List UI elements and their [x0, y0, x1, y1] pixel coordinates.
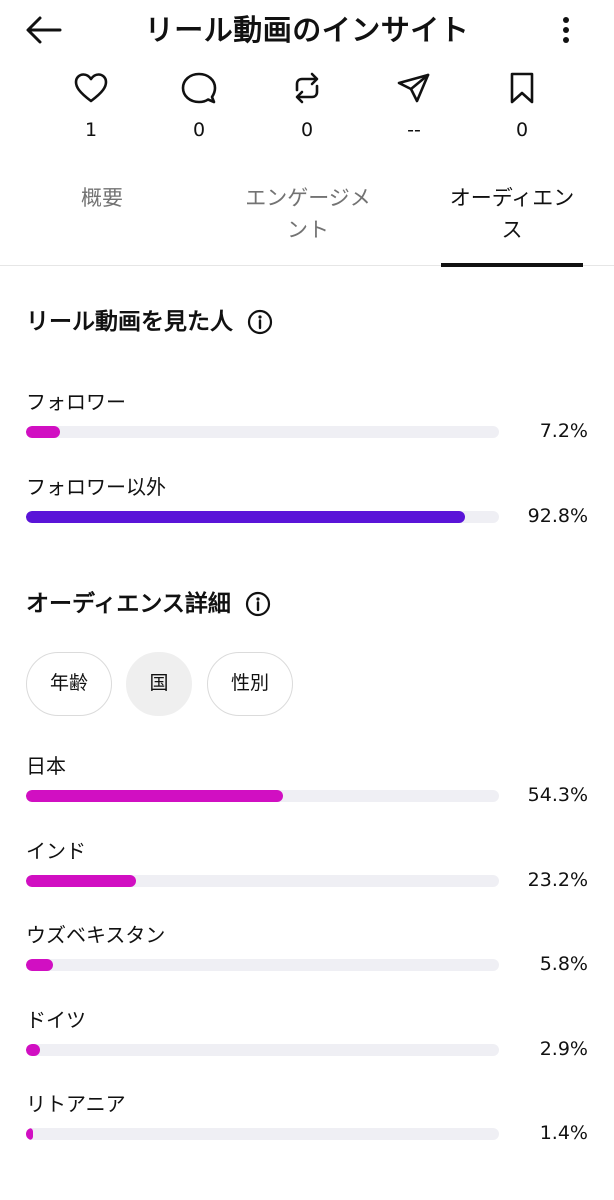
metric-label: リトアニア [26, 1092, 126, 1116]
progress-fill [26, 959, 54, 971]
tab-audience[interactable]: オーディエン ス [441, 170, 583, 267]
metric-row: ウズベキスタン 5.8% [26, 921, 596, 991]
repost-icon [295, 72, 319, 104]
progress-track [26, 426, 499, 438]
audience-title-text: オーディエンス詳細 [26, 591, 231, 617]
insights-tabs: 概要 エンゲージメ ント オーディエン ス [0, 170, 614, 267]
progress-track [26, 511, 499, 523]
tab-audience-label: オーディエン ス [449, 186, 575, 242]
comments-stat: 0 [159, 68, 239, 148]
likes-stat: 1 [51, 68, 131, 148]
likes-count: 1 [84, 119, 98, 141]
progress-fill [26, 790, 283, 802]
engagement-stats: 1 0 0 -- 0 [0, 68, 614, 148]
progress-track [26, 959, 499, 971]
page-title: リール動画のインサイト [144, 13, 470, 47]
filter-chip-gender-label: 性別 [230, 672, 269, 694]
metric-label: 日本 [26, 754, 66, 778]
progress-track [26, 790, 499, 802]
metric-percentage: 23.2% [527, 868, 588, 891]
filter-chip-gender[interactable]: 性別 [207, 652, 293, 716]
reposts-count: 0 [300, 119, 314, 141]
metric-percentage: 92.8% [527, 505, 588, 527]
progress-track [26, 1128, 499, 1140]
filter-chip-age[interactable]: 年齢 [26, 652, 112, 716]
saves-stat: 0 [482, 68, 562, 148]
shares-count: -- [407, 119, 421, 141]
send-icon [397, 73, 430, 103]
metric-row: リトアニア 1.4% [26, 1090, 596, 1160]
comments-count: 0 [192, 119, 206, 141]
more-vertical-icon [563, 17, 569, 43]
audience-filter-chips: 年齢 国 性別 [26, 652, 586, 718]
viewers-title-text: リール動画を見た人 [26, 309, 233, 335]
more-options-button[interactable] [548, 10, 584, 50]
audience-section-title: オーディエンス詳細 [26, 588, 271, 620]
progress-fill [26, 1128, 33, 1140]
tab-engagement[interactable]: エンゲージメ ント [224, 170, 392, 266]
progress-track [26, 1043, 499, 1056]
active-tab-indicator [441, 263, 583, 267]
metric-label: フォロワー [26, 390, 126, 414]
bookmark-icon [510, 72, 534, 104]
metric-row: 日本 54.3% [26, 752, 596, 822]
metric-row: フォロワー以外 92.8% [26, 473, 596, 543]
tab-overview[interactable]: 概要 [40, 170, 164, 266]
shares-stat: -- [374, 68, 454, 148]
metric-percentage: 2.9% [539, 1037, 588, 1060]
metric-label: ドイツ [26, 1007, 86, 1032]
tab-engagement-label: エンゲージメ ント [245, 186, 371, 242]
tab-overview-label: 概要 [81, 186, 123, 210]
filter-chip-country-label: 国 [149, 672, 169, 694]
metric-row: ドイツ 2.9% [26, 1006, 596, 1076]
metric-percentage: 5.8% [539, 953, 588, 975]
metric-row: インド 23.2% [26, 837, 596, 907]
info-icon[interactable] [245, 591, 271, 617]
top-bar: リール動画のインサイト [0, 0, 614, 62]
info-icon[interactable] [247, 309, 273, 335]
filter-chip-age-label: 年齢 [49, 672, 88, 694]
metric-label: インド [26, 838, 86, 863]
saves-count: 0 [515, 119, 529, 141]
metric-label: フォロワー以外 [26, 475, 166, 499]
metric-label: ウズベキスタン [26, 923, 166, 947]
progress-fill [26, 874, 136, 887]
progress-track [26, 874, 499, 887]
viewers-section-title: リール動画を見た人 [26, 306, 273, 338]
metric-row: フォロワー 7.2% [26, 388, 596, 458]
metric-percentage: 1.4% [539, 1122, 588, 1144]
back-arrow-icon [26, 16, 62, 44]
filter-chip-country[interactable]: 国 [126, 652, 192, 716]
back-button[interactable] [22, 10, 66, 50]
progress-fill [26, 426, 61, 438]
metric-percentage: 54.3% [527, 784, 588, 806]
progress-fill [26, 1043, 40, 1056]
heart-icon [74, 73, 108, 103]
comment-icon [181, 72, 217, 104]
reposts-stat: 0 [267, 68, 347, 148]
progress-fill [26, 511, 465, 523]
metric-percentage: 7.2% [539, 420, 588, 442]
